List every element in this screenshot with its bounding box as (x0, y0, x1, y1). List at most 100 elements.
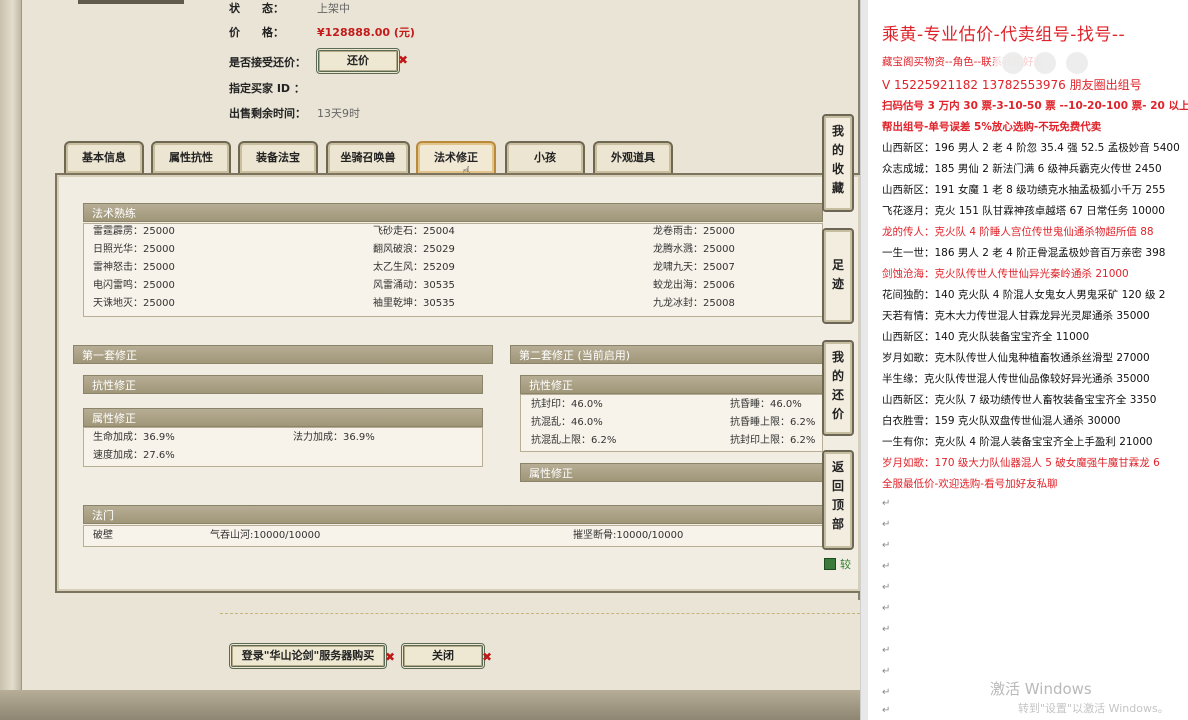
set1-attr-header: 属性修正 (83, 408, 483, 427)
set1-header: 第一套修正 (73, 345, 493, 364)
skill-cell: 龙卷雨击：25000 (653, 226, 735, 237)
my-favorites-button[interactable]: 我的收藏 (822, 114, 854, 212)
my-bargain-button[interactable]: 我的还价 (822, 340, 854, 436)
skill-cell: 飞砂走石：25004 (373, 226, 455, 237)
tab-spell-correction[interactable]: 法术修正 (416, 141, 496, 173)
doc-line: 帮出组号-单号误差 5%放心选购-不玩免费代卖 (882, 121, 1102, 133)
compare-link[interactable]: 较 (840, 556, 851, 572)
skill-cell: 翻风破浪：25029 (373, 244, 455, 255)
skill-proficiency-header: 法术熟练 (83, 203, 823, 222)
bargain-close-icon: ✖ (398, 53, 409, 67)
status-row: 状 态： 上架中 (229, 0, 350, 18)
skill-cell: 蛟龙出海：25006 (653, 280, 735, 291)
skill-cell: 雷神怒击：25000 (93, 262, 175, 273)
doc-line: 岁月如歌：克木队传世人仙鬼种植畜牧通杀丝滑型 27000 (882, 352, 1150, 364)
skill-cell: 天诛地灭：25000 (93, 298, 175, 309)
side-label: 返回顶部 (831, 460, 844, 531)
set2-resist-header: 抗性修正 (520, 375, 823, 394)
doc-line: 众志成城：185 男仙 2 新法门满 6 级神兵霸克火传世 2450 (882, 163, 1162, 175)
tab-child[interactable]: 小孩 (505, 141, 585, 173)
skill-cell: 日照光华：25000 (93, 244, 175, 255)
doc-line: 白衣胜雪：159 克火队双盘传世仙混人通杀 30000 (882, 415, 1121, 427)
side-label: 足迹 (831, 258, 844, 291)
fame-cell: 破壁 (93, 530, 113, 541)
tab-equipment[interactable]: 装备法宝 (238, 141, 318, 173)
tab-appearance[interactable]: 外观道具 (593, 141, 673, 173)
doc-line: 一生一世：186 男人 2 老 4 阶正骨混孟极妙音百万亲密 398 (882, 247, 1166, 259)
doc-line: 山西新区：191 女魔 1 老 8 级功绩克水抽孟极狐小千万 255 (882, 184, 1166, 196)
paragraph-mark: ↵ (882, 603, 891, 614)
doc-line: 岁月如歌：170 级大力队仙器混人 5 破女魔强牛魔甘霖龙 6 (882, 457, 1160, 469)
resist-cell: 抗混乱上限：6.2% (531, 435, 617, 446)
price-value: ¥128888.00 (元) (317, 26, 415, 39)
tab-basic-info[interactable]: 基本信息 (64, 141, 144, 173)
skill-cell: 雷霆霹雳：25000 (93, 226, 175, 237)
footprint-button[interactable]: 足迹 (822, 228, 854, 324)
fame-cell: 气吞山河:10000/10000 (210, 530, 321, 541)
skill-cell: 电闪雷鸣：25000 (93, 280, 175, 291)
calculator-icon[interactable] (824, 558, 836, 570)
game-window: 状 态： 上架中 价 格： ¥128888.00 (元) 是否接受还价： 还价 ✖ … (0, 0, 860, 720)
set1-resist-header: 抗性修正 (83, 375, 483, 394)
paragraph-mark: ↵ (882, 705, 891, 716)
doc-line: 山西新区：140 克火队装备宝宝齐全 11000 (882, 331, 1090, 343)
price-label: 价 格： (229, 26, 284, 39)
tab-attributes[interactable]: 属性抗性 (151, 141, 231, 173)
bargain-button[interactable]: 还价 (316, 48, 400, 74)
doc-line: 扫码估号 3 万内 30 票-3-10-50 票 --10-20-100 票- … (882, 100, 1188, 112)
attr-cell: 生命加成：36.9% (93, 432, 175, 443)
paragraph-mark: ↵ (882, 519, 891, 530)
mic-icon[interactable] (1034, 52, 1056, 74)
paragraph-mark: ↵ (882, 687, 891, 698)
document-gutter (860, 0, 868, 720)
bargain-label: 是否接受还价： (229, 56, 306, 69)
document-pane: 乘黄-专业估价-代卖组号-找号-- 藏宝阁买物资--角色--联系我机好友 V 1… (868, 0, 1188, 720)
resist-cell: 抗封印：46.0% (531, 399, 603, 410)
resist-cell: 抗封印上限：6.2% (730, 435, 816, 446)
skill-cell: 太乙生风：25209 (373, 262, 455, 273)
doc-title: 乘黄-专业估价-代卖组号-找号-- (882, 25, 1126, 45)
doc-line: 剑蚀沧海：克火队传世人传世仙异光秦岭通杀 21000 (882, 268, 1129, 280)
attr-cell: 法力加成：36.9% (293, 432, 375, 443)
doc-line: 全服最低价-欢迎选购-看号加好友私聊 (882, 478, 1058, 490)
attr-cell: 速度加成：27.6% (93, 450, 175, 461)
window-left-border (0, 0, 22, 720)
side-label: 我的还价 (831, 350, 844, 421)
set2-attr-header: 属性修正 (520, 463, 823, 482)
doc-line: 山西新区：196 男人 2 老 4 阶忽 35.4 强 52.5 孟极妙音 54… (882, 142, 1180, 154)
buy-button[interactable]: 登录"华山论剑"服务器购买 (229, 643, 387, 669)
doc-line: 半生缘：克火队传世混人传世仙品像较好异光通杀 35000 (882, 373, 1150, 385)
more-icon[interactable] (1002, 52, 1024, 74)
share-icon[interactable] (1066, 52, 1088, 74)
doc-line: 飞花逐月：克火 151 队甘霖神孩卓越塔 67 日常任务 10000 (882, 205, 1165, 217)
status-label: 状 态： (229, 2, 284, 15)
price-row: 价 格： ¥128888.00 (元) (229, 24, 415, 42)
status-value: 上架中 (317, 2, 350, 15)
doc-line: 花间独酌：140 克火队 4 阶混人女鬼女人男鬼采矿 120 级 2 (882, 289, 1166, 301)
fame-cell: 摧坚断骨:10000/10000 (573, 530, 684, 541)
doc-line: 天若有情：克木大力传世混人甘霖龙异光灵犀通杀 35000 (882, 310, 1150, 322)
tab-mounts-pets[interactable]: 坐骑召唤兽 (326, 141, 410, 173)
divider (220, 613, 860, 614)
fame-header: 法门 (83, 505, 823, 524)
skill-cell: 九龙冰封：25008 (653, 298, 735, 309)
buyer-row: 指定买家 ID ： (229, 80, 317, 98)
doc-line: 山西新区：克火队 7 级功绩传世人畜牧装备宝宝齐全 3350 (882, 394, 1157, 406)
paragraph-mark: ↵ (882, 498, 891, 509)
time-value: 13天9时 (317, 107, 360, 120)
doc-line: 一生有你：克火队 4 阶混人装备宝宝齐全上手盈利 21000 (882, 436, 1153, 448)
back-to-top-button[interactable]: 返回顶部 (822, 450, 854, 550)
paragraph-mark: ↵ (882, 582, 891, 593)
resist-cell: 抗混乱：46.0% (531, 417, 603, 428)
paragraph-mark: ↵ (882, 540, 891, 551)
skill-cell: 龙啸九天：25007 (653, 262, 735, 273)
paragraph-mark: ↵ (882, 561, 891, 572)
fame-body (83, 525, 823, 547)
set2-header: 第二套修正 (当前启用) (510, 345, 823, 364)
skill-cell: 风雷涌动：30535 (373, 280, 455, 291)
time-row: 出售剩余时间： 13天9时 (229, 105, 360, 123)
resist-cell: 抗昏睡：46.0% (730, 399, 802, 410)
close-button[interactable]: 关闭 (401, 643, 485, 669)
buyer-label: 指定买家 ID ： (229, 82, 305, 95)
activation-watermark-subtitle: 转到"设置"以激活 Windows。 (1018, 702, 1169, 715)
